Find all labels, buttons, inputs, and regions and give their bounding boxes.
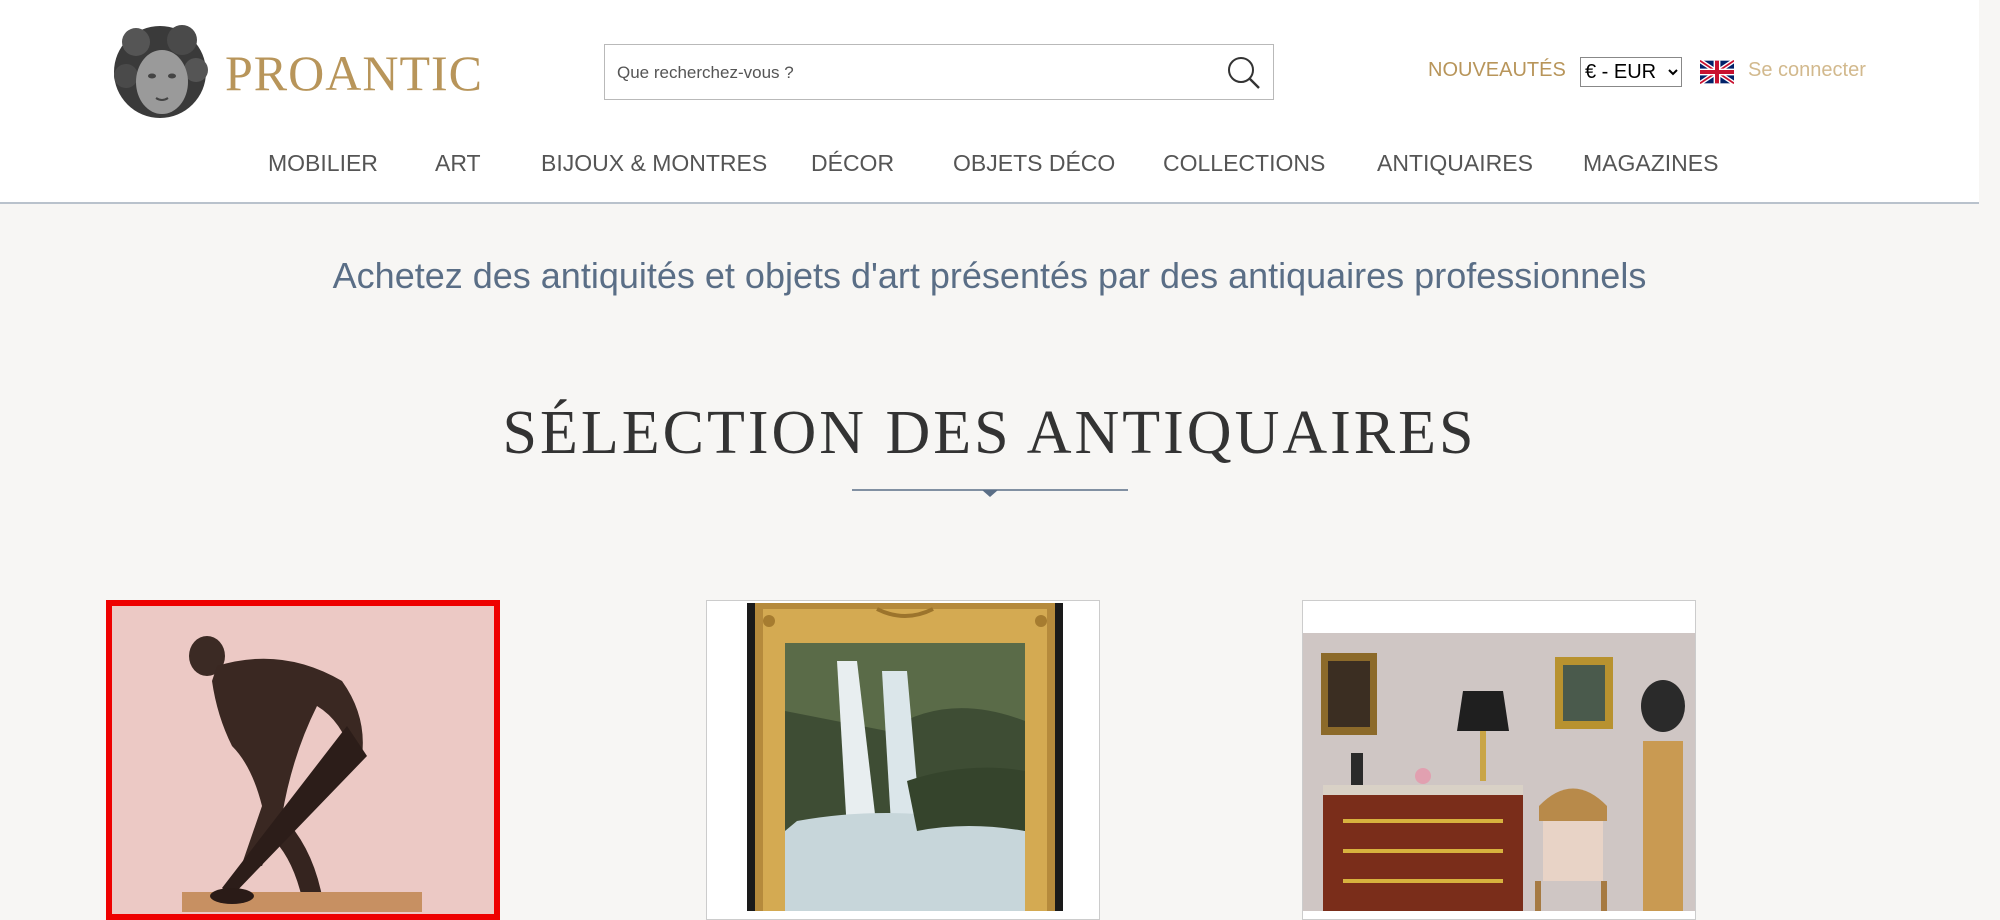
bronze-sculpture-image: [112, 606, 494, 914]
logo-text[interactable]: PROANTIC: [225, 44, 483, 102]
search-box: [604, 44, 1274, 100]
nav-item-decor[interactable]: DÉCOR: [811, 150, 894, 177]
nouveautes-link[interactable]: NOUVEAUTÉS: [1428, 59, 1566, 82]
product-card-bronze-sculpture[interactable]: [106, 600, 500, 920]
logo-head-icon[interactable]: [112, 20, 208, 124]
nav-item-antiquaires[interactable]: ANTIQUAIRES: [1377, 150, 1533, 177]
section-title: SÉLECTION DES ANTIQUAIRES: [502, 399, 1477, 467]
login-link[interactable]: Se connecter: [1748, 59, 1866, 82]
product-card-antique-interior[interactable]: [1302, 600, 1696, 920]
search-input[interactable]: [615, 55, 1199, 91]
nav-item-mobilier[interactable]: MOBILIER: [268, 150, 378, 177]
site-header: PROANTIC NOUVEAUTÉS € - EUR Se connecter…: [0, 0, 1979, 204]
nav-item-collections[interactable]: COLLECTIONS: [1163, 150, 1325, 177]
nav-item-objets-deco[interactable]: OBJETS DÉCO: [953, 150, 1115, 177]
tagline: Achetez des antiquités et objets d'art p…: [332, 255, 1647, 296]
section-divider: [852, 489, 1128, 497]
nav-item-magazines[interactable]: MAGAZINES: [1583, 150, 1718, 177]
uk-flag-icon[interactable]: [1700, 60, 1734, 84]
product-card-waterfall-painting[interactable]: [706, 600, 1100, 920]
search-icon[interactable]: [1223, 53, 1263, 93]
main-nav: MOBILIER ART BIJOUX & MONTRES DÉCOR OBJE…: [0, 145, 1979, 181]
antique-interior-image: [1303, 601, 1695, 911]
nav-item-bijoux-montres[interactable]: BIJOUX & MONTRES: [541, 150, 767, 177]
currency-select[interactable]: € - EUR: [1580, 57, 1682, 87]
waterfall-painting-image: [707, 601, 1099, 911]
nav-item-art[interactable]: ART: [435, 150, 481, 177]
